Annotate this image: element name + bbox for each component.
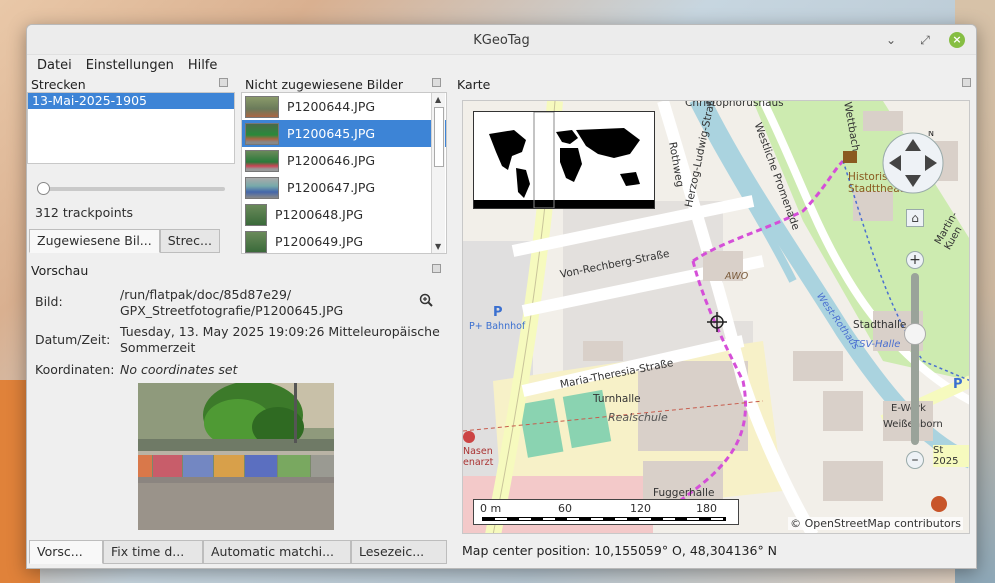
- map-view[interactable]: Christophorushaus Rothweg Herzog-Ludwig-…: [462, 100, 970, 534]
- scale-ruler: [482, 517, 726, 521]
- map-navigation-control[interactable]: N: [881, 129, 945, 195]
- bus-stop-label: P+ Bahnhof: [469, 321, 526, 332]
- scroll-thumb[interactable]: [434, 107, 444, 167]
- list-item[interactable]: P1200649.JPG: [242, 228, 446, 253]
- track-slider-handle[interactable]: [37, 182, 50, 195]
- fire-station-icon: [931, 496, 947, 512]
- parking-icon: P: [493, 305, 503, 320]
- map-label: Fuggerhalle: [653, 487, 715, 499]
- thumbnail: [245, 176, 279, 199]
- tab-fix-time[interactable]: Fix time d...: [103, 540, 203, 564]
- coords-value: No coordinates set: [120, 362, 238, 377]
- world-overview-minimap[interactable]: [473, 111, 655, 209]
- tab-automatic-matching[interactable]: Automatic matchi...: [203, 540, 351, 564]
- image-path-2: GPX_Streetfotografie/P1200645.JPG: [120, 303, 344, 318]
- thumbnail: [245, 149, 279, 172]
- tab-bookmarks[interactable]: Lesezeic...: [351, 540, 447, 564]
- map-label: AWO: [725, 271, 749, 282]
- svg-text:N: N: [928, 131, 934, 138]
- map-float-button[interactable]: [962, 78, 971, 87]
- scroll-up-icon[interactable]: ▲: [435, 95, 441, 104]
- trackpoints-count: 312 trackpoints: [35, 205, 134, 220]
- zoom-slider[interactable]: + –: [904, 251, 926, 471]
- coords-label: Koordinaten:: [35, 362, 115, 377]
- tracks-list[interactable]: 13-Mai-2025-1905: [27, 92, 235, 164]
- scale-label: 60: [558, 502, 572, 515]
- map-label: Realschule: [608, 411, 668, 424]
- tracks-float-button[interactable]: [219, 78, 228, 87]
- zoom-track[interactable]: [911, 273, 919, 445]
- map-label: Nasen enarzt: [463, 446, 494, 468]
- scroll-down-icon[interactable]: ▼: [435, 242, 441, 251]
- map-header: Karte: [457, 77, 491, 92]
- unassigned-header: Nicht zugewiesene Bilder: [245, 77, 404, 92]
- tab-preview[interactable]: Vorsc...: [29, 540, 103, 564]
- scale-label: 120: [630, 502, 651, 515]
- window-title: KGeoTag: [473, 33, 530, 48]
- zoom-in-button[interactable]: +: [906, 251, 924, 269]
- list-item[interactable]: P1200644.JPG: [242, 93, 446, 120]
- tracks-tabs: Zugewiesene Bil... Strec...: [29, 229, 220, 253]
- map-label: St 2025: [933, 445, 969, 467]
- menu-file[interactable]: Datei: [33, 55, 76, 77]
- image-label: Bild:: [35, 294, 63, 309]
- map-label: Christophorushaus: [685, 100, 784, 109]
- datetime-value-2: Sommerzeit: [120, 340, 196, 355]
- minimize-button[interactable]: ⌄: [883, 32, 899, 48]
- zoom-in-icon[interactable]: [419, 293, 433, 307]
- datetime-label: Datum/Zeit:: [35, 332, 111, 347]
- preview-float-button[interactable]: [432, 264, 441, 273]
- theatre-icon: [843, 151, 857, 163]
- map-scale-bar: 0 m 60 120 180: [473, 499, 739, 525]
- map-label: Turnhalle: [593, 393, 641, 405]
- zoom-handle[interactable]: [904, 323, 926, 345]
- tracks-header: Strecken: [31, 77, 86, 92]
- image-list-scrollbar[interactable]: ▲ ▼: [431, 93, 445, 253]
- bottom-tabs: Vorsc... Fix time d... Automatic matchi.…: [29, 540, 447, 564]
- menu-settings[interactable]: Einstellungen: [82, 55, 178, 77]
- track-item[interactable]: 13-Mai-2025-1905: [28, 93, 234, 109]
- thumbnail: [245, 122, 279, 145]
- title-bar: KGeoTag ⌄ ⤢ ×: [27, 25, 976, 55]
- thumbnail: [245, 95, 279, 118]
- thumbnail: [245, 230, 267, 253]
- unassigned-image-list[interactable]: P1200644.JPG P1200645.JPG P1200646.JPG P…: [241, 92, 447, 254]
- list-item[interactable]: P1200645.JPG: [242, 120, 446, 147]
- hospital-icon: [463, 431, 475, 443]
- preview-photo: [138, 383, 334, 530]
- datetime-value-1: Tuesday, 13. May 2025 19:09:26 Mitteleur…: [120, 324, 440, 339]
- home-icon[interactable]: ⌂: [906, 209, 924, 227]
- menu-help[interactable]: Hilfe: [184, 55, 222, 77]
- image-path-1: /run/flatpak/doc/85d87e29/: [120, 287, 292, 302]
- preview-header: Vorschau: [31, 263, 89, 278]
- menu-bar: Datei Einstellungen Hilfe: [27, 55, 976, 77]
- app-window: KGeoTag ⌄ ⤢ × Datei Einstellungen Hilfe …: [26, 24, 977, 569]
- parking-icon: P: [953, 377, 963, 392]
- list-item[interactable]: P1200647.JPG: [242, 174, 446, 201]
- map-label: Stadthalle: [853, 319, 907, 331]
- track-slider[interactable]: [39, 187, 225, 191]
- map-center-status: Map center position: 10,155059° O, 48,30…: [462, 543, 778, 558]
- zoom-out-button[interactable]: –: [906, 451, 924, 469]
- thumbnail: [245, 203, 267, 226]
- scale-label: 0 m: [480, 502, 502, 515]
- map-attribution: © OpenStreetMap contributors: [788, 517, 963, 530]
- unassigned-float-button[interactable]: [432, 78, 441, 87]
- tab-assigned-images[interactable]: Zugewiesene Bil...: [29, 229, 160, 253]
- list-item[interactable]: P1200646.JPG: [242, 147, 446, 174]
- maximize-button[interactable]: ⤢: [917, 32, 933, 48]
- tab-tracks[interactable]: Strec...: [159, 229, 220, 253]
- close-button[interactable]: ×: [949, 32, 965, 48]
- list-item[interactable]: P1200648.JPG: [242, 201, 446, 228]
- scale-label: 180: [696, 502, 717, 515]
